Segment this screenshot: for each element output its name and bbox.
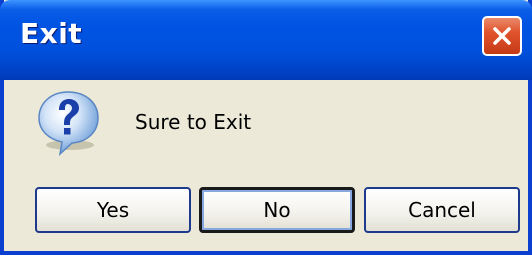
close-button[interactable] (482, 16, 522, 56)
title-bar[interactable]: Exit (0, 0, 532, 80)
window-title: Exit (20, 17, 83, 50)
no-button[interactable]: No (199, 187, 355, 233)
yes-button[interactable]: Yes (35, 187, 191, 233)
dialog-body: Sure to Exit Yes No Cancel (4, 80, 528, 251)
close-icon (493, 27, 511, 45)
dialog-message: Sure to Exit (135, 110, 252, 134)
question-icon (38, 91, 99, 157)
cancel-button[interactable]: Cancel (364, 187, 520, 233)
exit-dialog: Exit Sure to Exit Yes No Cancel (0, 0, 532, 255)
